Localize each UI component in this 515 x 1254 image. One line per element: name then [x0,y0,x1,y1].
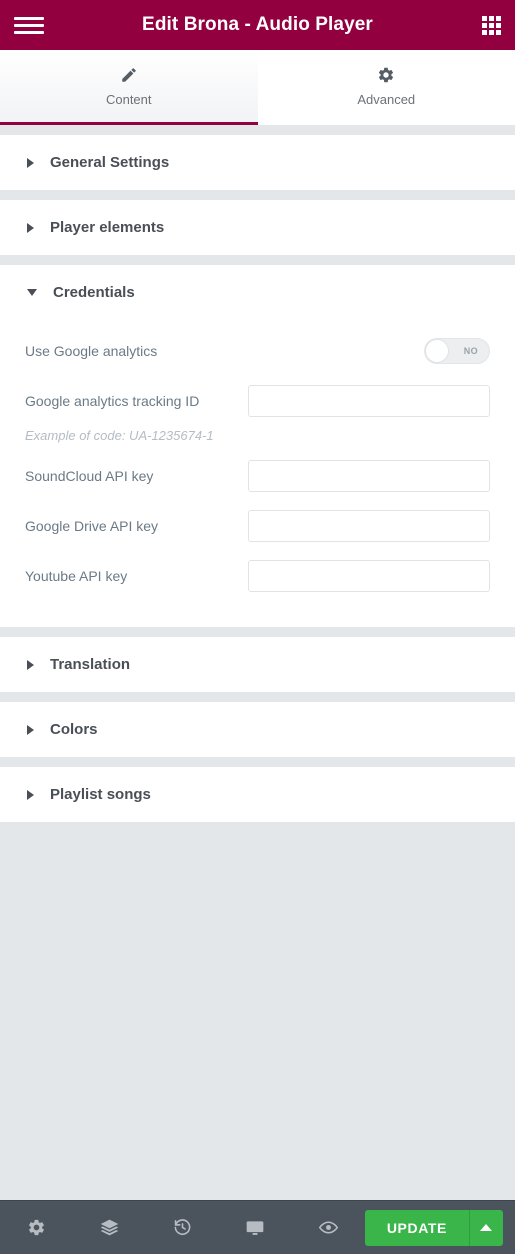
use-google-analytics-label: Use Google analytics [25,343,158,359]
update-button[interactable]: UPDATE [364,1209,469,1246]
settings-gear-icon[interactable] [0,1218,73,1237]
row-google-drive-api-key: Google Drive API key [25,501,490,551]
history-revisions-icon[interactable] [146,1218,219,1237]
google-drive-api-key-label: Google Drive API key [25,518,159,534]
section-general-settings: General Settings [0,135,515,190]
soundcloud-api-key-input[interactable] [248,460,490,492]
youtube-api-key-input[interactable] [248,560,490,592]
section-title: Credentials [53,284,135,301]
page-title: Edit Brona - Audio Player [142,14,373,35]
gear-icon [377,65,395,85]
grid-cell [496,15,501,21]
chevron-right-icon [27,659,34,670]
up-arrow-shape [480,1224,493,1231]
soundcloud-api-key-label: SoundCloud API key [25,468,154,484]
chevron-right-icon [27,157,34,168]
toggle-knob [425,339,449,363]
row-youtube-api-key: Youtube API key [25,551,490,601]
tracking-id-hint: Example of code: UA-1235674-1 [25,428,214,443]
hamburger-line [14,30,44,34]
section-divider [0,757,515,767]
chevron-right-icon [27,789,34,800]
top-header-bar: Edit Brona - Audio Player [0,0,515,50]
tab-content-label: Content [105,92,152,107]
responsive-monitor-icon[interactable] [219,1218,292,1238]
grid-cell [482,22,487,28]
grid-cell [489,15,494,21]
grid-cell [489,29,494,35]
google-drive-api-key-input[interactable] [248,510,490,542]
youtube-api-key-label: Youtube API key [25,568,128,584]
panel-bottom-space [0,822,515,832]
section-title: Playlist songs [50,786,151,803]
row-soundcloud-api-key: SoundCloud API key [25,451,490,501]
section-divider [0,125,515,135]
section-header-translation[interactable]: Translation [0,637,515,692]
section-header-player-elements[interactable]: Player elements [0,200,515,255]
tab-advanced-label: Advanced [357,92,416,107]
credentials-body: Use Google analytics NO Google analytics… [0,320,515,627]
section-divider [0,627,515,637]
section-header-colors[interactable]: Colors [0,702,515,757]
row-use-google-analytics: Use Google analytics NO [25,326,490,376]
section-header-credentials[interactable]: Credentials [0,265,515,320]
section-credentials: Credentials Use Google analytics NO Goog… [0,265,515,627]
chevron-right-icon [27,222,34,233]
pencil-icon [120,65,138,85]
grid-cell [482,29,487,35]
section-title: General Settings [50,154,170,171]
grid-cell [482,15,487,21]
section-divider [0,190,515,200]
grid-cell [489,22,494,28]
section-header-playlist-songs[interactable]: Playlist songs [0,767,515,822]
grid-cell [496,22,501,28]
chevron-right-icon [27,724,34,735]
chevron-up-icon[interactable] [468,1209,503,1246]
section-title: Player elements [50,219,165,236]
toggle-state-label: NO [463,346,478,356]
row-tracking-id: Google analytics tracking ID [25,376,490,426]
tracking-id-input[interactable] [248,385,490,417]
preview-eye-icon[interactable] [292,1217,365,1238]
section-playlist-songs: Playlist songs [0,767,515,822]
section-header-general-settings[interactable]: General Settings [0,135,515,190]
section-translation: Translation [0,637,515,692]
tab-bar: Content Advanced [0,50,515,125]
bottom-toolbar: UPDATE [0,1200,515,1254]
navigator-layers-icon[interactable] [73,1217,146,1238]
grid-apps-icon[interactable] [482,15,501,35]
grid-cell [496,29,501,35]
use-google-analytics-toggle[interactable]: NO [424,338,490,364]
hamburger-line [14,16,44,20]
section-player-elements: Player elements [0,200,515,255]
section-colors: Colors [0,702,515,757]
section-divider [0,255,515,265]
hamburger-menu-icon[interactable] [14,13,44,37]
hamburger-line [14,23,44,27]
section-title: Translation [50,656,131,673]
tab-advanced[interactable]: Advanced [257,50,515,125]
chevron-down-icon [27,289,37,296]
section-title: Colors [50,721,98,738]
settings-panel: General Settings Player elements Credent… [0,125,515,1254]
tracking-id-label: Google analytics tracking ID [25,393,200,409]
tab-content[interactable]: Content [0,50,258,125]
section-divider [0,692,515,702]
update-button-group: UPDATE [364,1209,503,1246]
